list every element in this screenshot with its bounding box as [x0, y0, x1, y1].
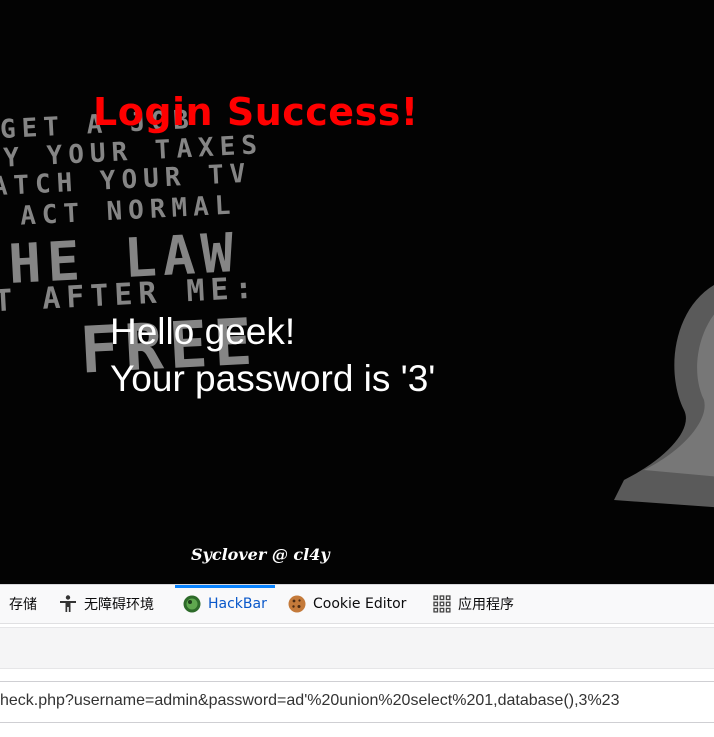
- tab-applications[interactable]: 应用程序: [432, 585, 514, 623]
- tab-label: 存储: [9, 597, 37, 613]
- tab-cookie-editor[interactable]: Cookie Editor: [287, 585, 406, 623]
- hackbar-url-field[interactable]: heck.php?username=admin&password=ad'%20u…: [0, 681, 714, 723]
- devtools-tabbar: 存储 无障碍环境 HackBar Cookie Editor 应用程序: [0, 584, 714, 624]
- accessibility-icon: [60, 595, 76, 612]
- signature-text: Syclover @ cl4y: [191, 545, 330, 564]
- hello-message: Hello geek!: [110, 311, 296, 352]
- password-message: Your password is '3': [110, 358, 436, 399]
- devtools-panel: 存储 无障碍环境 HackBar Cookie Editor 应用程序 heck…: [0, 584, 714, 737]
- tab-accessibility[interactable]: 无障碍环境: [58, 585, 154, 623]
- hackbar-url-text: heck.php?username=admin&password=ad'%20u…: [0, 692, 620, 709]
- tab-hackbar[interactable]: HackBar: [175, 585, 275, 623]
- tab-storage[interactable]: 存储: [9, 585, 37, 623]
- hackbar-icon: [183, 595, 201, 613]
- background-poster-image: GET A JOB PAY YOUR TAXES WATCH YOUR TV A…: [0, 100, 440, 400]
- cookie-icon: [288, 595, 306, 613]
- tab-label: HackBar: [208, 596, 267, 612]
- tab-label: 无障碍环境: [84, 597, 154, 613]
- tab-label: 应用程序: [458, 597, 514, 613]
- apps-grid-icon: [433, 595, 451, 613]
- mask-silhouette-image: [614, 284, 714, 508]
- page-viewport: GET A JOB PAY YOUR TAXES WATCH YOUR TV A…: [0, 0, 714, 584]
- login-success-heading: Login Success!: [93, 90, 419, 134]
- hackbar-toolbar: [0, 627, 714, 669]
- tab-label: Cookie Editor: [313, 596, 407, 612]
